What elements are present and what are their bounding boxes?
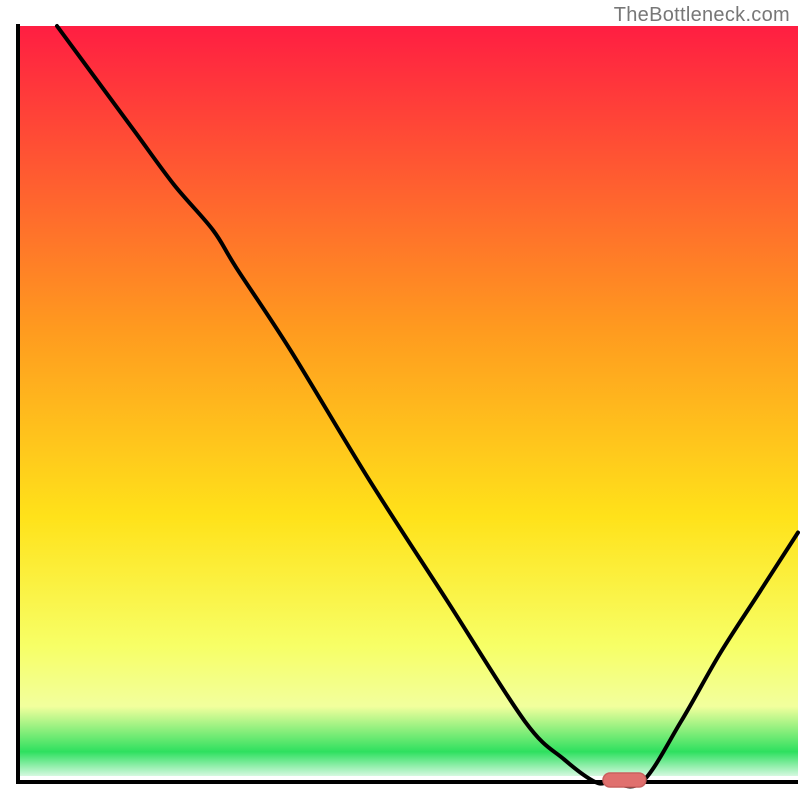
watermark-text: TheBottleneck.com (614, 4, 790, 27)
optimum-marker (603, 773, 646, 787)
plot-area (18, 24, 798, 787)
bottleneck-chart (0, 0, 800, 800)
chart-container: { "watermark": "TheBottleneck.com", "col… (0, 0, 800, 800)
gradient-background (18, 26, 798, 782)
